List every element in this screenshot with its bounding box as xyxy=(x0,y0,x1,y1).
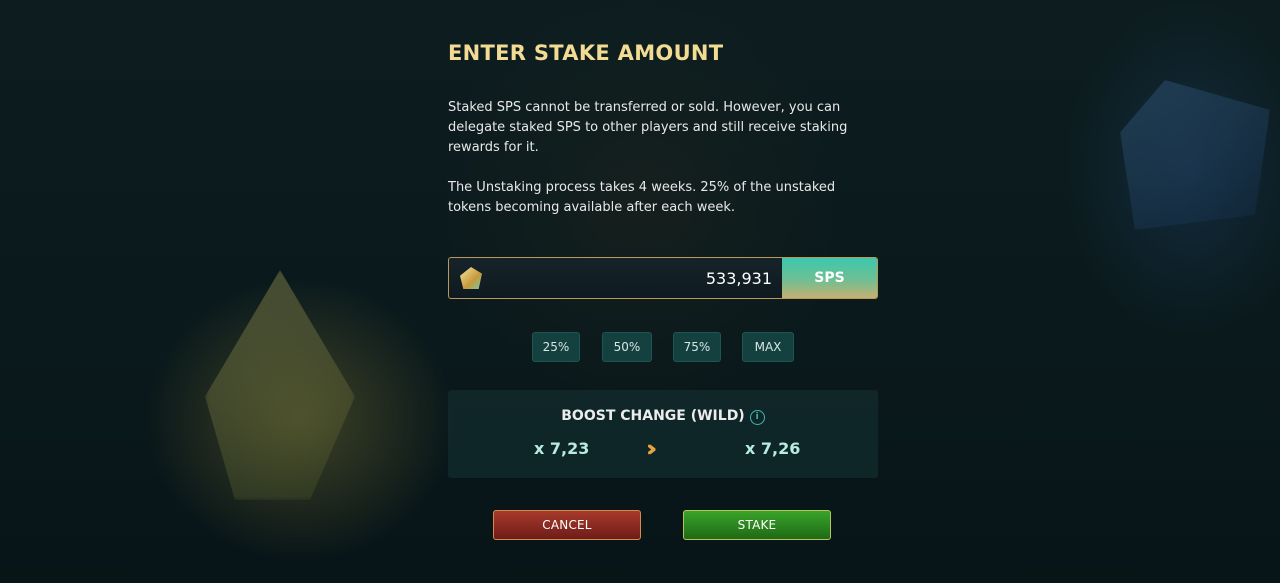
percent-75-button[interactable]: 75% xyxy=(673,332,721,362)
cancel-button[interactable]: CANCEL xyxy=(493,510,641,540)
max-button[interactable]: MAX xyxy=(742,332,794,362)
unstaking-info-text: The Unstaking process takes 4 weeks. 25%… xyxy=(448,180,836,215)
currency-tag: SPS xyxy=(782,258,877,298)
info-icon[interactable]: i xyxy=(749,410,765,425)
stake-button[interactable]: STAKE xyxy=(683,510,831,540)
boost-change-header: BOOST CHANGE (WILD) i xyxy=(448,408,878,425)
new-boost-value: x 7,26 xyxy=(745,439,801,458)
boost-change-panel: BOOST CHANGE (WILD) i x 7,23 ››› x 7,26 xyxy=(448,390,878,478)
stake-amount-field: SPS xyxy=(448,257,878,299)
current-boost-value: x 7,23 xyxy=(534,439,590,458)
dialog-title: ENTER STAKE AMOUNT xyxy=(448,41,724,65)
sps-token-icon xyxy=(460,267,482,289)
staking-info-text: Staked SPS cannot be transferred or sold… xyxy=(448,100,848,155)
stake-dialog: ENTER STAKE AMOUNT Staked SPS cannot be … xyxy=(448,0,878,583)
boost-change-label: BOOST CHANGE (WILD) xyxy=(561,408,745,424)
stake-amount-input[interactable] xyxy=(482,258,782,298)
percent-50-button[interactable]: 50% xyxy=(602,332,652,362)
triple-chevron-right-icon: ››› xyxy=(646,437,658,462)
percent-25-button[interactable]: 25% xyxy=(532,332,580,362)
